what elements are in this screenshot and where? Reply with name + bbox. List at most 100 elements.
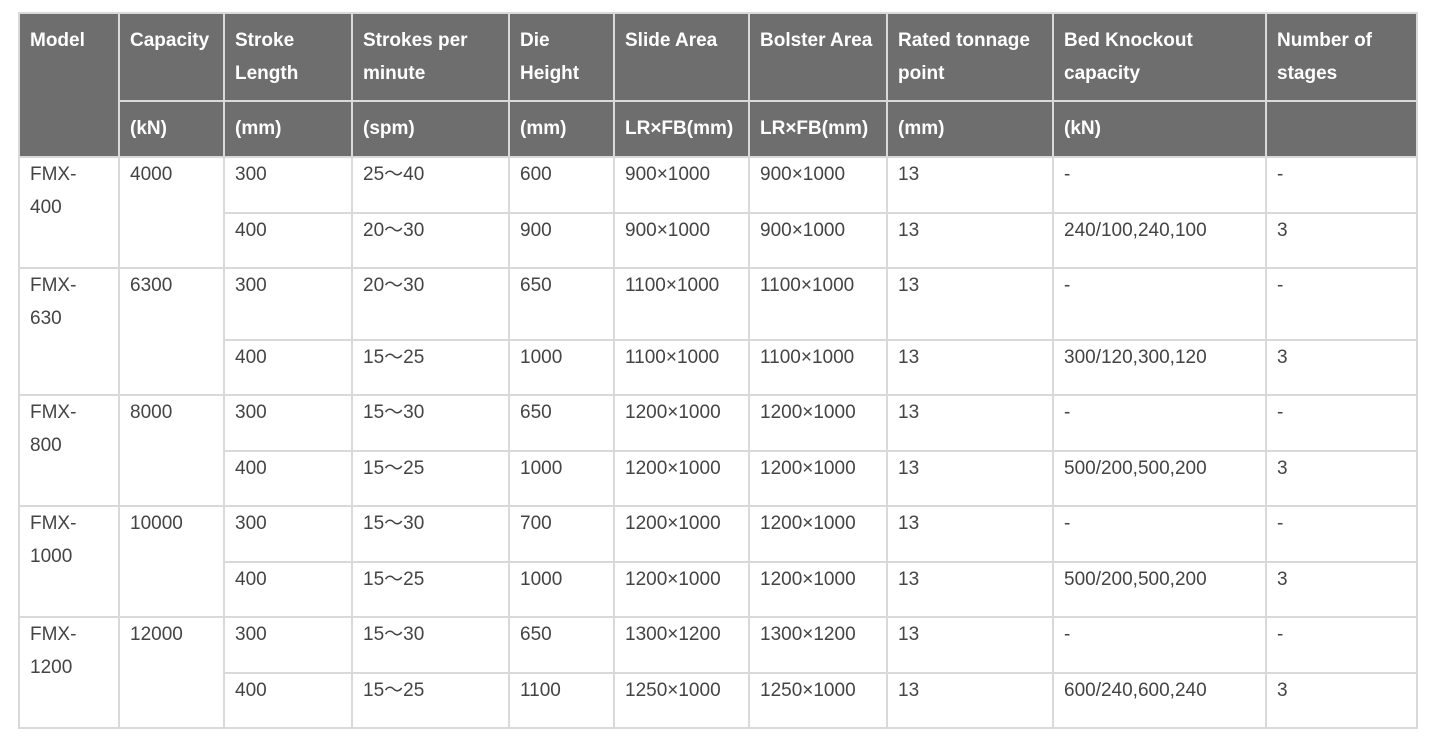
stages-cell: - — [1265, 616, 1418, 674]
table-row: FMX-630 6300 300 20～30 650 1100×1000 110… — [18, 267, 1418, 396]
stroke-length-cell: 300 — [223, 267, 353, 341]
table-row: FMX-400 4000 300 25～40 600 900×1000 900×… — [18, 156, 1418, 269]
stroke-length-cell: 400 — [223, 339, 353, 396]
rated-tonnage-cell: 13 — [886, 616, 1054, 674]
die-height-cell: 650 — [508, 267, 615, 341]
header-bolster-area: Bolster Area — [748, 12, 888, 102]
stroke-length-cell: 400 — [223, 672, 353, 729]
header-row-titles: Model Capacity Stroke Length Strokes per… — [18, 12, 1418, 158]
spec-table-container: Model Capacity Stroke Length Strokes per… — [18, 12, 1418, 729]
spm-cell: 15～30 — [351, 505, 510, 563]
stages-cell: - — [1265, 394, 1418, 452]
bed-knockout-cell: - — [1052, 156, 1267, 214]
rated-tonnage-cell: 13 — [886, 394, 1054, 452]
unit-stroke-length: (mm) — [223, 100, 353, 158]
model-cell: FMX-1200 — [18, 616, 120, 729]
capacity-cell: 10000 — [118, 505, 225, 618]
bed-knockout-cell: - — [1052, 267, 1267, 341]
stages-cell: 3 — [1265, 450, 1418, 507]
header-capacity: Capacity — [118, 12, 225, 102]
model-cell: FMX-1000 — [18, 505, 120, 618]
header-strokes-per-minute: Strokes per minute — [351, 12, 510, 102]
unit-bolster-area: LR×FB(mm) — [748, 100, 888, 158]
capacity-cell: 8000 — [118, 394, 225, 507]
bolster-area-cell: 900×1000 — [748, 212, 888, 269]
header-stroke-length: Stroke Length — [223, 12, 353, 102]
unit-die-height: (mm) — [508, 100, 615, 158]
rated-tonnage-cell: 13 — [886, 267, 1054, 341]
header-slide-area: Slide Area — [613, 12, 750, 102]
slide-area-cell: 1100×1000 — [613, 339, 750, 396]
bolster-area-cell: 1200×1000 — [748, 394, 888, 452]
stages-cell: 3 — [1265, 561, 1418, 618]
header-die-height: Die Height — [508, 12, 615, 102]
die-height-cell: 1000 — [508, 450, 615, 507]
header-number-of-stages: Number of stages — [1265, 12, 1418, 102]
model-cell: FMX-400 — [18, 156, 120, 269]
bolster-area-cell: 900×1000 — [748, 156, 888, 214]
table-body: FMX-400 4000 300 25～40 600 900×1000 900×… — [18, 156, 1418, 729]
bed-knockout-cell: 500/200,500,200 — [1052, 450, 1267, 507]
bed-knockout-cell: - — [1052, 505, 1267, 563]
slide-area-cell: 1200×1000 — [613, 505, 750, 563]
unit-bed-knockout-capacity: (kN) — [1052, 100, 1267, 158]
stages-cell: - — [1265, 505, 1418, 563]
bed-knockout-cell: 600/240,600,240 — [1052, 672, 1267, 729]
slide-area-cell: 1250×1000 — [613, 672, 750, 729]
bed-knockout-cell: - — [1052, 394, 1267, 452]
press-spec-table: Model Capacity Stroke Length Strokes per… — [18, 12, 1418, 729]
spm-cell: 15～25 — [351, 450, 510, 507]
die-height-cell: 1100 — [508, 672, 615, 729]
stages-cell: - — [1265, 156, 1418, 214]
rated-tonnage-cell: 13 — [886, 505, 1054, 563]
die-height-cell: 650 — [508, 394, 615, 452]
bolster-area-cell: 1200×1000 — [748, 505, 888, 563]
capacity-cell: 6300 — [118, 267, 225, 396]
stages-cell: - — [1265, 267, 1418, 341]
slide-area-cell: 900×1000 — [613, 156, 750, 214]
table-row: FMX-1000 10000 300 15～30 700 1200×1000 1… — [18, 505, 1418, 618]
bolster-area-cell: 1100×1000 — [748, 267, 888, 341]
spm-cell: 15～30 — [351, 616, 510, 674]
header-bed-knockout-capacity: Bed Knockout capacity — [1052, 12, 1267, 102]
stages-cell: 3 — [1265, 339, 1418, 396]
header-model: Model — [18, 12, 120, 158]
spm-cell: 20～30 — [351, 212, 510, 269]
slide-area-cell: 1300×1200 — [613, 616, 750, 674]
unit-rated-tonnage-point: (mm) — [886, 100, 1054, 158]
bolster-area-cell: 1200×1000 — [748, 450, 888, 507]
slide-area-cell: 1200×1000 — [613, 394, 750, 452]
die-height-cell: 1000 — [508, 561, 615, 618]
rated-tonnage-cell: 13 — [886, 339, 1054, 396]
stages-cell: 3 — [1265, 672, 1418, 729]
spm-cell: 15～25 — [351, 339, 510, 396]
unit-number-of-stages — [1265, 100, 1418, 158]
unit-strokes-per-minute: (spm) — [351, 100, 510, 158]
stroke-length-cell: 300 — [223, 616, 353, 674]
table-row: FMX-1200 12000 300 15～30 650 1300×1200 1… — [18, 616, 1418, 729]
rated-tonnage-cell: 13 — [886, 672, 1054, 729]
table-row: 400 20～30 900 900×1000 900×1000 13 240/1… — [19, 212, 1418, 269]
header-rated-tonnage-point: Rated tonnage point — [886, 12, 1054, 102]
slide-area-cell: 1100×1000 — [613, 267, 750, 341]
unit-slide-area: LR×FB(mm) — [613, 100, 750, 158]
die-height-cell: 700 — [508, 505, 615, 563]
die-height-cell: 900 — [508, 212, 615, 269]
table-row: FMX-800 8000 300 15～30 650 1200×1000 120… — [18, 394, 1418, 507]
table-row: 400 15～25 1000 1200×1000 1200×1000 13 50… — [19, 450, 1418, 507]
spm-cell: 15～30 — [351, 394, 510, 452]
stages-cell: 3 — [1265, 212, 1418, 269]
spm-cell: 15～25 — [351, 561, 510, 618]
unit-capacity: (kN) — [118, 100, 225, 158]
bolster-area-cell: 1300×1200 — [748, 616, 888, 674]
bed-knockout-cell: 500/200,500,200 — [1052, 561, 1267, 618]
model-cell: FMX-800 — [18, 394, 120, 507]
rated-tonnage-cell: 13 — [886, 561, 1054, 618]
slide-area-cell: 1200×1000 — [613, 561, 750, 618]
model-cell: FMX-630 — [18, 267, 120, 396]
table-row: 400 15～25 1100 1250×1000 1250×1000 13 60… — [19, 672, 1418, 729]
slide-area-cell: 1200×1000 — [613, 450, 750, 507]
bed-knockout-cell: - — [1052, 616, 1267, 674]
rated-tonnage-cell: 13 — [886, 212, 1054, 269]
die-height-cell: 1000 — [508, 339, 615, 396]
